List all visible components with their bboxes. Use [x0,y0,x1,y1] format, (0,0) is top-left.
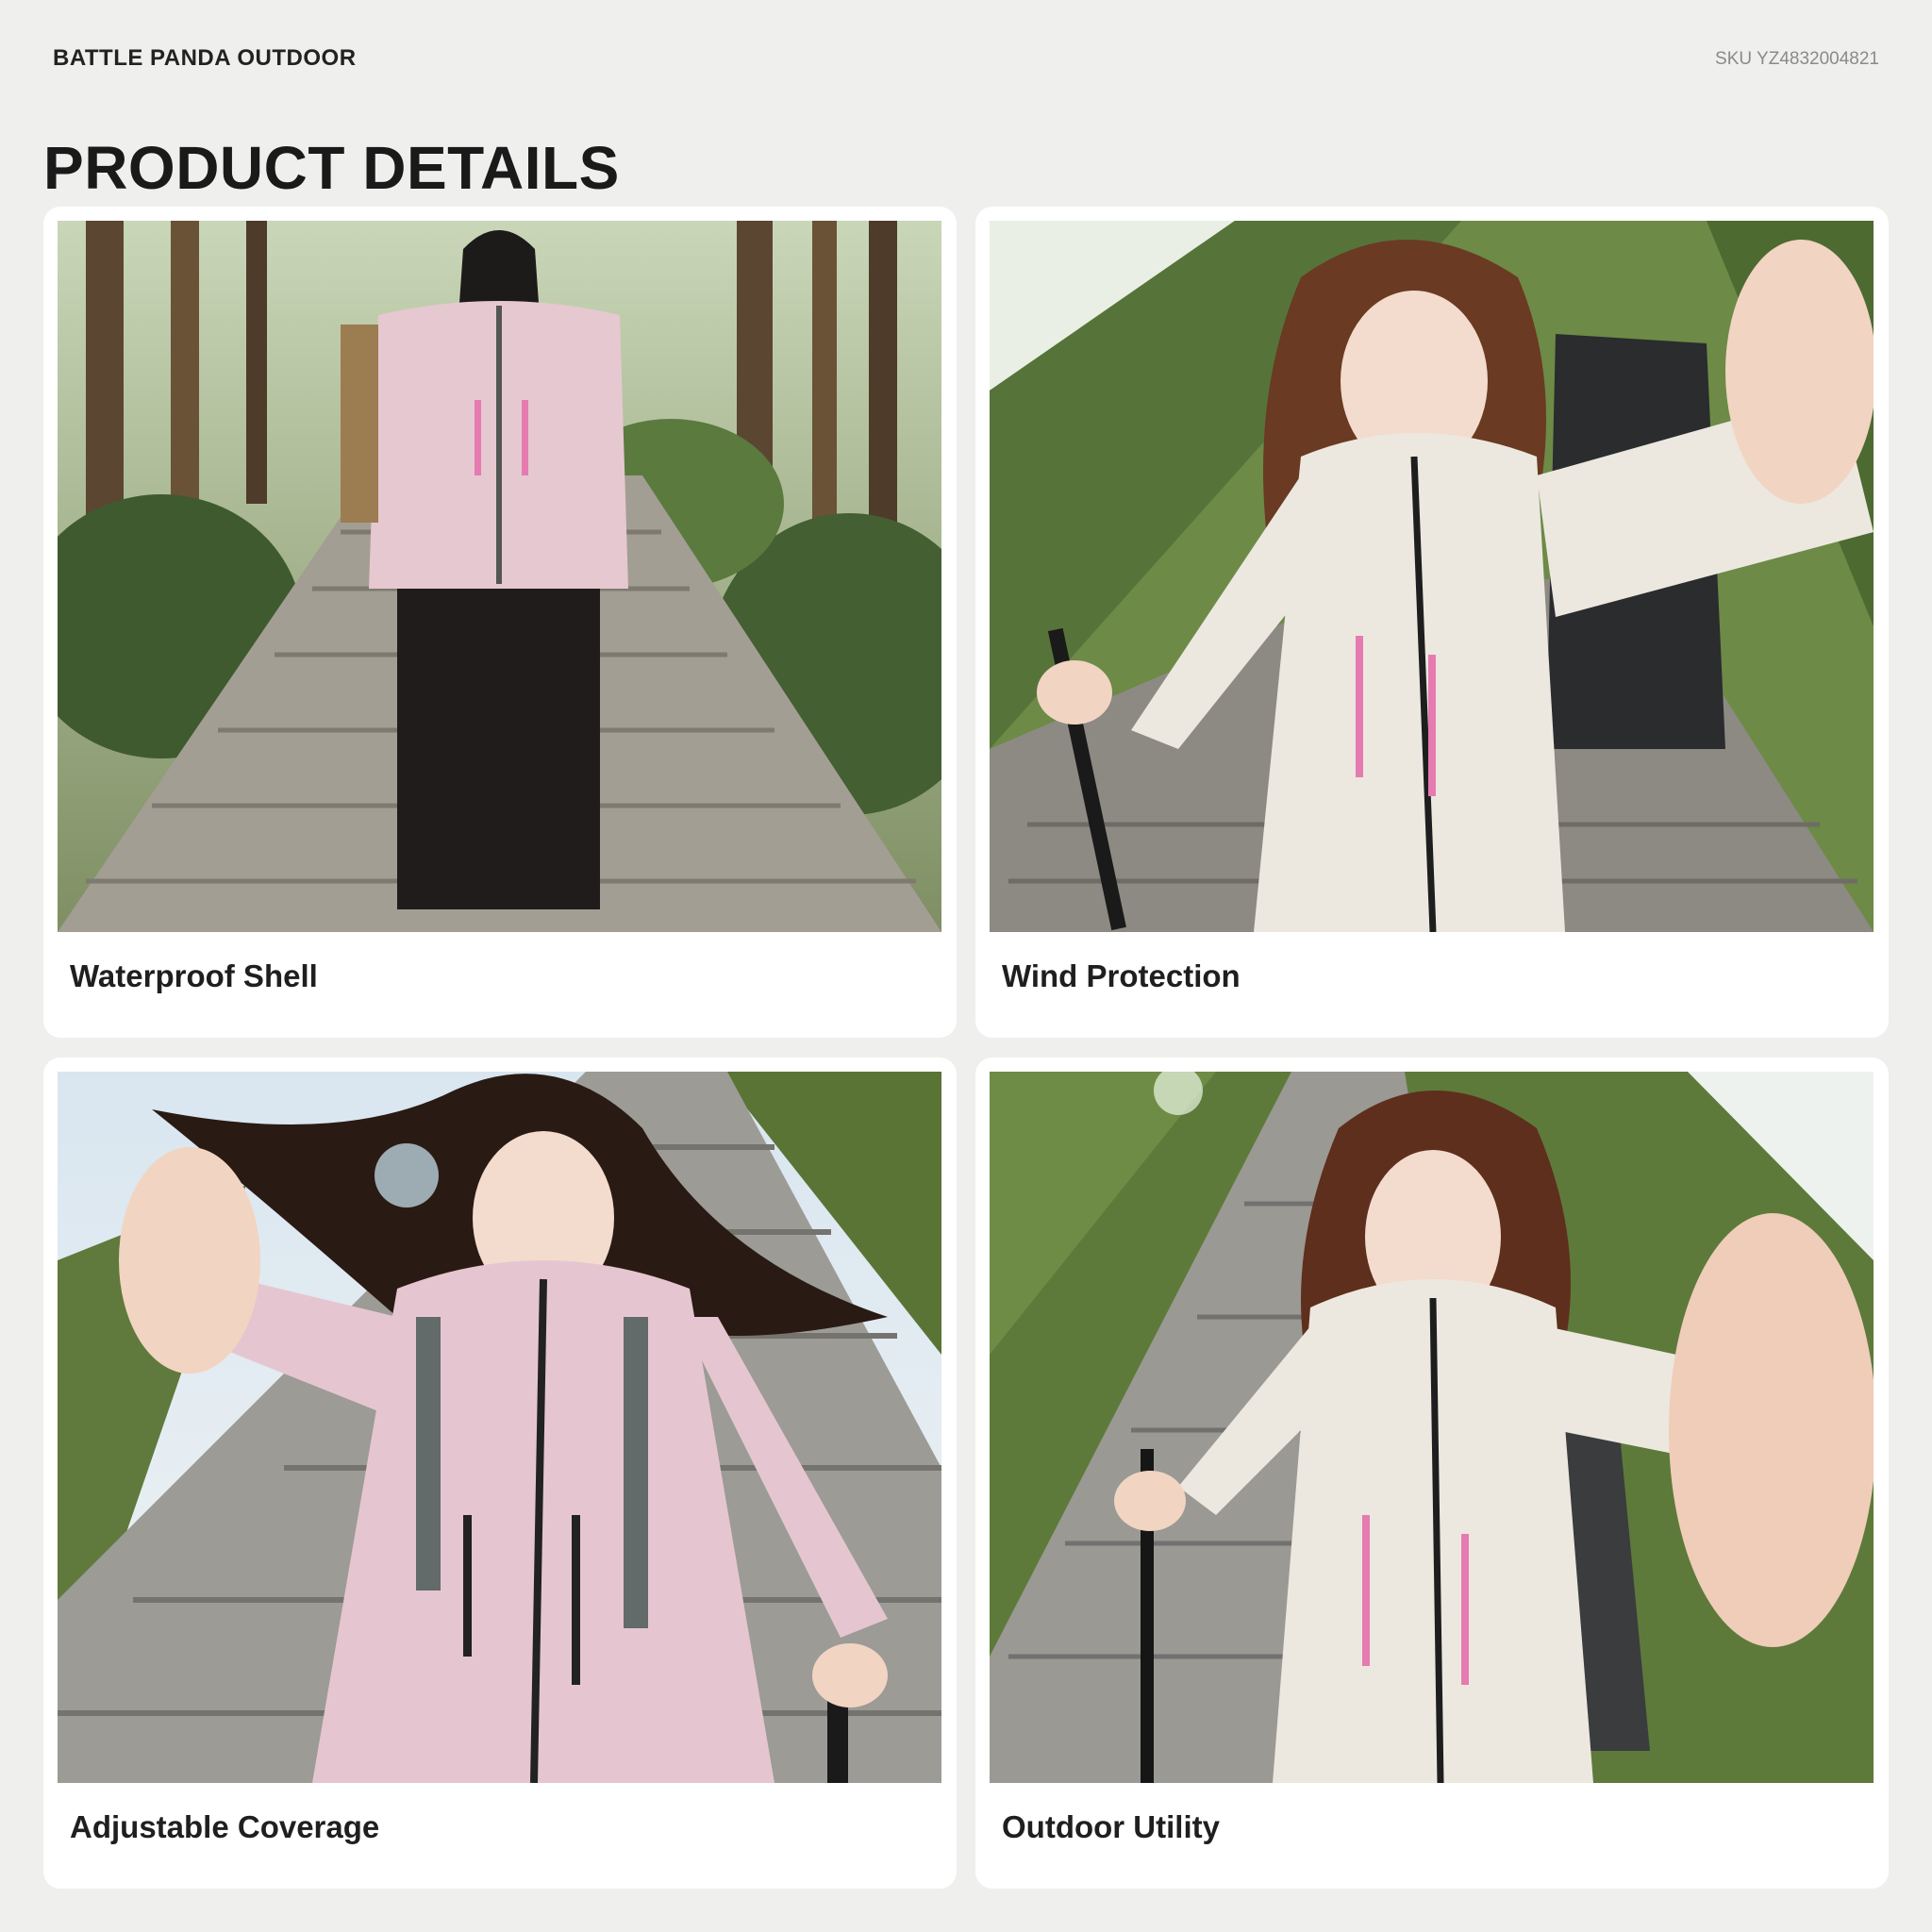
sku-label: SKU YZ4832004821 [1715,49,1879,69]
card-caption: Wind Protection [1002,958,1241,993]
hiker-forest-stairs-image [58,221,941,932]
page-title: PRODUCT DETAILS [43,134,620,202]
product-photo-utility [990,1072,1874,1783]
detail-card-adjustable: Adjustable Coverage [43,1058,957,1889]
detail-card-utility: Outdoor Utility [975,1058,1889,1889]
brand-name: BATTLE PANDA OUTDOOR [53,45,357,71]
product-photo-adjustable [58,1072,941,1783]
product-detail-grid: Waterproof Shell Wind Protection Adjusta… [43,207,1889,1889]
hiker-stone-stairs-image [58,1072,941,1783]
card-caption: Adjustable Coverage [70,1809,380,1844]
card-caption: Outdoor Utility [1002,1809,1220,1844]
detail-card-wind: Wind Protection [975,207,1889,1038]
product-photo-waterproof [58,221,941,932]
hiker-hillside-selfie-image [990,221,1874,932]
card-caption: Waterproof Shell [70,958,318,993]
hiker-trekking-pole-image [990,1072,1874,1783]
detail-card-waterproof: Waterproof Shell [43,207,957,1038]
product-photo-wind [990,221,1874,932]
